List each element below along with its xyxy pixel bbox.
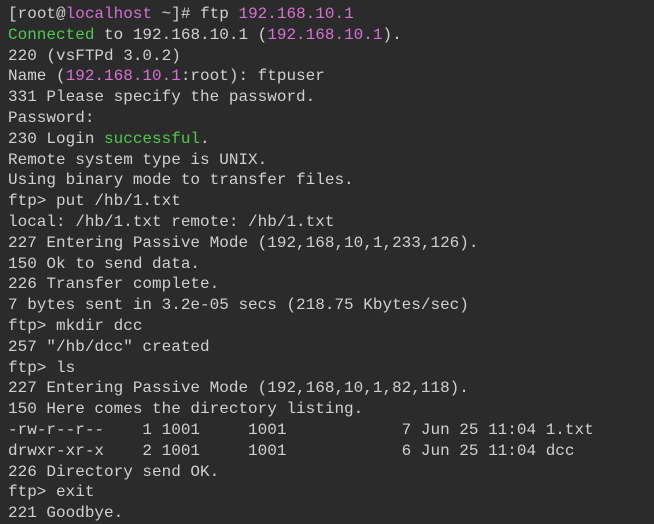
system-type: Remote system type is UNIX. [8, 150, 646, 171]
ftp-prompt: ftp> [8, 359, 56, 377]
connected-mid: to 192.168.10.1 ( [94, 26, 267, 44]
ftp-prompt: ftp> [8, 483, 56, 501]
name-prompt-line: Name (192.168.10.1:root): ftpuser [8, 66, 646, 87]
connected-word: Connected [8, 26, 94, 44]
login-end: . [200, 130, 210, 148]
transfer-complete: 226 Transfer complete. [8, 274, 646, 295]
ls-command[interactable]: ls [56, 359, 75, 377]
ok-send-data: 150 Ok to send data. [8, 254, 646, 275]
goodbye: 221 Goodbye. [8, 503, 646, 524]
ftp-exit-line: ftp> exit [8, 482, 646, 503]
mkdir-command[interactable]: mkdir dcc [56, 317, 142, 335]
name-value[interactable]: ftpuser [258, 67, 325, 85]
user: root [18, 5, 56, 23]
ftp-prompt: ftp> [8, 317, 56, 335]
ftp-command[interactable]: ftp [200, 5, 238, 23]
file-entry-2: drwxr-xr-x 2 1001 1001 6 Jun 25 11:04 dc… [8, 441, 646, 462]
file-entry-1: -rw-r--r-- 1 1001 1001 7 Jun 25 11:04 1.… [8, 420, 646, 441]
bracket-open: [ [8, 5, 18, 23]
login-successful: successful [104, 130, 200, 148]
ftp-prompt: ftp> [8, 192, 56, 210]
dir-listing-header: 150 Here comes the directory listing. [8, 399, 646, 420]
password-prompt[interactable]: Password: [8, 108, 646, 129]
hostname: localhost [66, 5, 152, 23]
path-prompt: ~]# [152, 5, 200, 23]
name-pre: Name ( [8, 67, 66, 85]
login-pre: 230 Login [8, 130, 104, 148]
pasv-mode-1: 227 Entering Passive Mode (192,168,10,1,… [8, 233, 646, 254]
ftp-target-ip: 192.168.10.1 [238, 5, 353, 23]
connected-line: Connected to 192.168.10.1 (192.168.10.1)… [8, 25, 646, 46]
dir-created: 257 "/hb/dcc" created [8, 337, 646, 358]
login-line: 230 Login successful. [8, 129, 646, 150]
ftp-ls-line: ftp> ls [8, 358, 646, 379]
binary-mode: Using binary mode to transfer files. [8, 170, 646, 191]
at-sign: @ [56, 5, 66, 23]
shell-prompt-line: [root@localhost ~]# ftp 192.168.10.1 [8, 4, 646, 25]
bytes-sent: 7 bytes sent in 3.2e-05 secs (218.75 Kby… [8, 295, 646, 316]
put-command[interactable]: put /hb/1.txt [56, 192, 181, 210]
local-remote: local: /hb/1.txt remote: /hb/1.txt [8, 212, 646, 233]
resp-331: 331 Please specify the password. [8, 87, 646, 108]
name-ip: 192.168.10.1 [66, 67, 181, 85]
pasv-mode-2: 227 Entering Passive Mode (192,168,10,1,… [8, 378, 646, 399]
server-banner: 220 (vsFTPd 3.0.2) [8, 46, 646, 67]
ftp-put-line: ftp> put /hb/1.txt [8, 191, 646, 212]
connected-ip: 192.168.10.1 [267, 26, 382, 44]
connected-end: ). [382, 26, 401, 44]
ftp-mkdir-line: ftp> mkdir dcc [8, 316, 646, 337]
exit-command[interactable]: exit [56, 483, 94, 501]
dir-send-ok: 226 Directory send OK. [8, 462, 646, 483]
name-mid: :root): [181, 67, 258, 85]
